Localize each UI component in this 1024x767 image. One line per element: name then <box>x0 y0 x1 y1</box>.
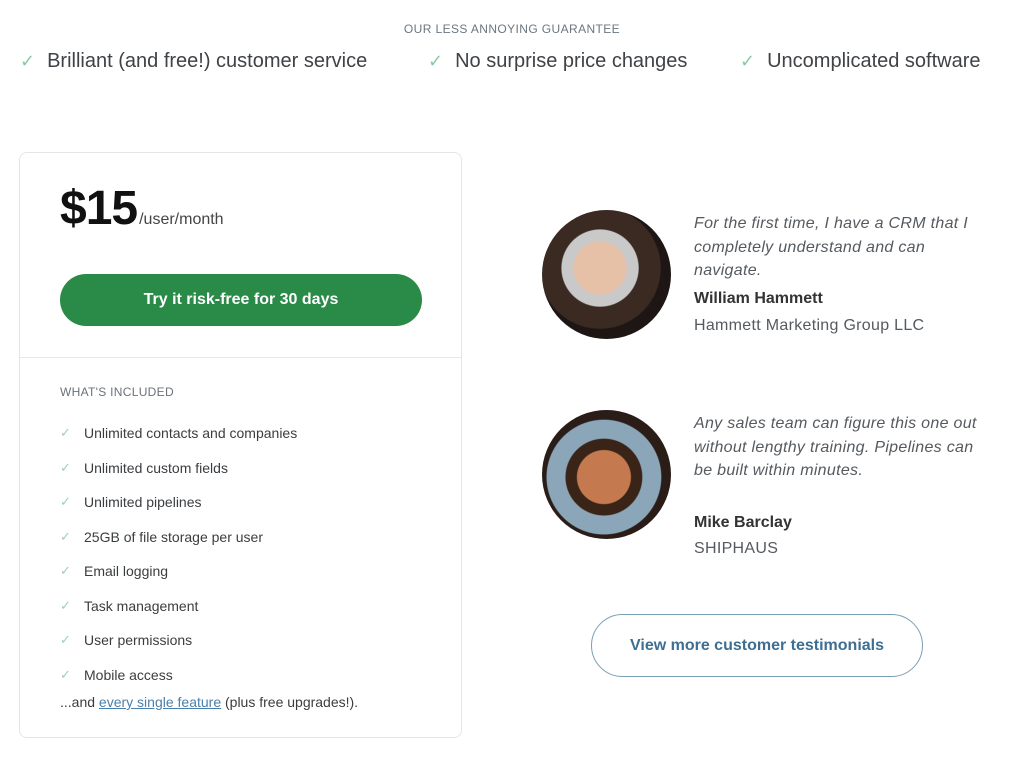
feature-label: Email logging <box>84 563 169 580</box>
feature-label: Unlimited contacts and companies <box>84 425 298 442</box>
avatar <box>542 210 671 339</box>
check-icon: ✓ <box>60 563 71 579</box>
check-icon: ✓ <box>60 666 71 682</box>
guarantee-item: ✓ Brilliant (and free!) customer service <box>20 50 367 73</box>
avatar <box>542 410 671 539</box>
price-amount: $15 <box>60 182 138 235</box>
feature-label: Mobile access <box>84 666 173 683</box>
feature-item: ✓ Unlimited custom fields <box>60 451 297 486</box>
check-icon: ✓ <box>60 494 71 510</box>
guarantee-title: OUR LESS ANNOYING GUARANTEE <box>403 22 621 36</box>
testimonial-author: Mike Barclay <box>694 514 792 531</box>
feature-list: ✓ Unlimited contacts and companies ✓ Unlim… <box>60 416 297 692</box>
feature-item: ✓ User permissions <box>60 623 297 658</box>
feature-label: Unlimited pipelines <box>84 494 202 511</box>
testimonial-quote: Any sales team can figure this one out w… <box>694 415 977 479</box>
included-title: WHAT'S INCLUDED <box>60 385 174 399</box>
check-icon: ✓ <box>60 459 71 475</box>
price-unit: /user/month <box>139 211 224 228</box>
guarantee-item-label: Brilliant (and free!) customer service <box>47 50 368 72</box>
feature-item: ✓ Unlimited pipelines <box>60 485 297 520</box>
testimonial-company: SHIPHAUS <box>694 540 779 557</box>
guarantee-item-label: No surprise price changes <box>455 50 688 72</box>
feature-item: ✓ Mobile access <box>60 658 297 693</box>
guarantee-item: ✓ No surprise price changes <box>428 50 687 73</box>
feature-item: ✓ Task management <box>60 589 297 624</box>
check-icon: ✓ <box>740 51 756 71</box>
check-icon: ✓ <box>60 597 71 613</box>
more-suffix: (plus free upgrades!). <box>221 694 359 710</box>
check-icon: ✓ <box>428 51 444 71</box>
testimonial-quote: For the first time, I have a CRM that I … <box>694 215 969 279</box>
free-trial-button[interactable]: Try it risk-free for 30 days <box>60 274 422 326</box>
feature-label: User permissions <box>84 632 193 649</box>
more-features-line: ...and every single feature (plus free u… <box>60 694 358 710</box>
testimonial-author: William Hammett <box>694 290 823 307</box>
feature-label: Unlimited custom fields <box>84 459 228 476</box>
divider <box>20 357 461 358</box>
check-icon: ✓ <box>60 528 71 544</box>
feature-item: ✓ Email logging <box>60 554 297 589</box>
feature-label: 25GB of file storage per user <box>84 528 263 545</box>
testimonial-company: Hammett Marketing Group LLC <box>694 317 925 334</box>
feature-item: ✓ Unlimited contacts and companies <box>60 416 297 451</box>
guarantee-item: ✓ Uncomplicated software <box>740 50 981 73</box>
check-icon: ✓ <box>60 632 71 648</box>
check-icon: ✓ <box>20 51 36 71</box>
price: $15 /user/month <box>60 181 224 236</box>
every-feature-link[interactable]: every single feature <box>99 694 221 710</box>
check-icon: ✓ <box>60 425 71 441</box>
guarantee-item-label: Uncomplicated software <box>767 50 981 72</box>
guarantee-list: ✓ Brilliant (and free!) customer service… <box>0 50 1024 80</box>
pricing-card: $15 /user/month Try it risk-free for 30 … <box>19 152 462 738</box>
more-testimonials-button[interactable]: View more customer testimonials <box>591 614 923 677</box>
more-prefix: ...and <box>60 694 99 710</box>
feature-item: ✓ 25GB of file storage per user <box>60 520 297 555</box>
feature-label: Task management <box>84 597 199 614</box>
